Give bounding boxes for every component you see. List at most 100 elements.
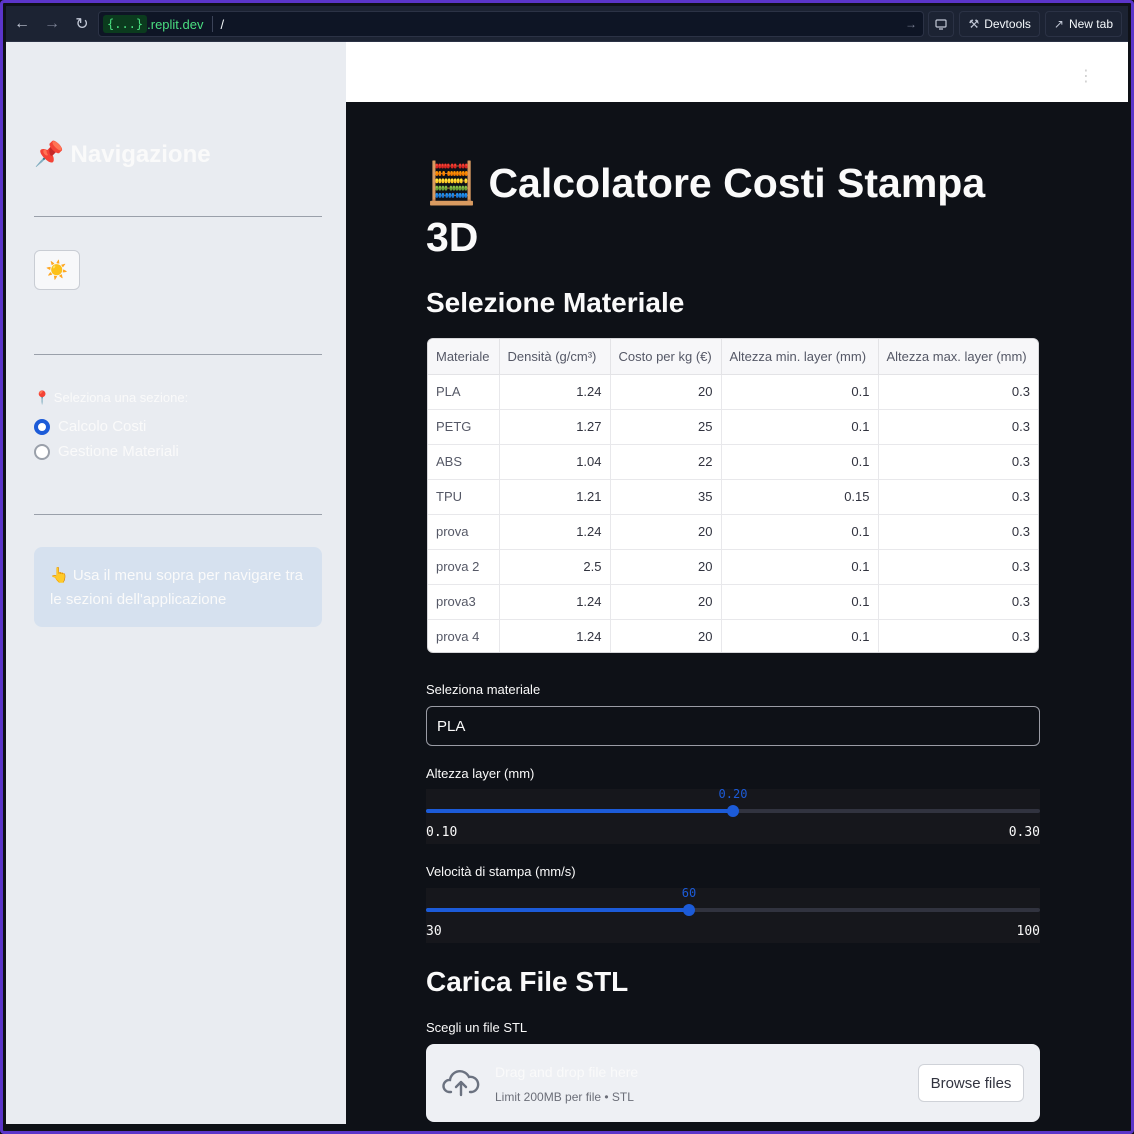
table-cell[interactable]: 1.24 xyxy=(499,619,611,652)
cloud-upload-icon xyxy=(442,1068,480,1103)
table-row[interactable]: PLA 1.24 20 0.1 0.3 xyxy=(428,374,1038,410)
go-arrow-icon[interactable]: → xyxy=(905,17,917,31)
slider-thumb[interactable] xyxy=(727,805,739,817)
slider-value: 0.20 xyxy=(718,787,748,801)
print-speed-slider[interactable]: 60 30 100 xyxy=(426,886,1040,943)
slider-fill xyxy=(426,809,733,813)
column-header[interactable]: Densità (g/cm³) xyxy=(499,339,611,375)
table-cell[interactable]: 22 xyxy=(610,444,722,480)
table-cell[interactable]: 1.24 xyxy=(499,514,611,550)
table-cell[interactable]: 1.24 xyxy=(499,374,611,410)
section-radio-label: 📍 Seleziona una sezione: xyxy=(34,390,189,405)
table-row[interactable]: prova 4 1.24 20 0.1 0.3 xyxy=(428,619,1038,652)
table-cell[interactable]: 0.3 xyxy=(878,584,1038,620)
table-row[interactable]: prova3 1.24 20 0.1 0.3 xyxy=(428,584,1038,620)
sidebar-divider xyxy=(34,354,322,355)
back-arrow-icon[interactable]: ← xyxy=(8,10,36,38)
uploader-limit-text: Limit 200MB per file • STL xyxy=(495,1090,634,1104)
table-cell[interactable]: 0.1 xyxy=(721,514,879,550)
url-path: / xyxy=(220,16,225,32)
material-name-cell[interactable]: prova3 xyxy=(428,584,500,620)
more-menu-icon[interactable]: ⋮ xyxy=(1078,66,1094,86)
table-cell[interactable]: 0.3 xyxy=(878,514,1038,550)
table-cell[interactable]: 0.3 xyxy=(878,549,1038,585)
table-cell[interactable]: 20 xyxy=(610,549,722,585)
table-cell[interactable]: 1.04 xyxy=(499,444,611,480)
table-cell[interactable]: 0.1 xyxy=(721,374,879,410)
table-row[interactable]: ABS 1.04 22 0.1 0.3 xyxy=(428,444,1038,480)
table-row[interactable]: prova 1.24 20 0.1 0.3 xyxy=(428,514,1038,550)
radio-option-gestione-materiali[interactable]: Gestione Materiali xyxy=(34,443,179,460)
layer-slider-label: Altezza layer (mm) xyxy=(426,766,535,781)
url-domain: .replit.dev xyxy=(147,16,204,32)
browse-files-button[interactable]: Browse files xyxy=(918,1064,1024,1102)
material-name-cell[interactable]: ABS xyxy=(428,444,500,480)
table-cell[interactable]: 0.3 xyxy=(878,619,1038,652)
uploader-label: Scegli un file STL xyxy=(426,1020,528,1035)
materials-table[interactable]: Materiale Densità (g/cm³) Costo per kg (… xyxy=(427,338,1039,653)
devtools-button[interactable]: ⚒ Devtools xyxy=(959,11,1040,37)
radio-option-calcolo-costi[interactable]: Calcolo Costi xyxy=(34,418,146,435)
forward-arrow-icon[interactable]: → xyxy=(38,10,66,38)
material-name-cell[interactable]: PETG xyxy=(428,409,500,445)
table-cell[interactable]: 0.3 xyxy=(878,374,1038,410)
material-name-cell[interactable]: TPU xyxy=(428,479,500,515)
table-cell[interactable]: 20 xyxy=(610,584,722,620)
table-cell[interactable]: 0.1 xyxy=(721,409,879,445)
table-cell[interactable]: 0.3 xyxy=(878,409,1038,445)
radio-selected-icon[interactable] xyxy=(34,418,50,435)
slider-fill xyxy=(426,908,689,912)
sidebar-divider xyxy=(34,514,322,515)
column-header[interactable]: Costo per kg (€) xyxy=(610,339,722,375)
table-cell[interactable]: 0.1 xyxy=(721,619,879,652)
table-row[interactable]: PETG 1.27 25 0.1 0.3 xyxy=(428,409,1038,445)
material-name-cell[interactable]: prova xyxy=(428,514,500,550)
table-cell[interactable]: 1.21 xyxy=(499,479,611,515)
table-cell[interactable]: 0.1 xyxy=(721,444,879,480)
devtools-label: Devtools xyxy=(984,17,1031,31)
material-name-cell[interactable]: prova 4 xyxy=(428,619,500,652)
column-header[interactable]: Altezza max. layer (mm) xyxy=(878,339,1038,375)
address-bar[interactable]: {...} .replit.dev / → xyxy=(98,11,924,37)
table-cell[interactable]: 0.15 xyxy=(721,479,879,515)
table-cell[interactable]: 2.5 xyxy=(499,549,611,585)
radio-unselected-icon[interactable] xyxy=(34,443,50,460)
browser-toolbar: ← → ↻ {...} .replit.dev / → ⚒ Devtools ↗… xyxy=(6,6,1128,42)
material-select[interactable]: PLA xyxy=(426,706,1040,746)
screen-icon[interactable] xyxy=(928,11,955,37)
table-cell[interactable]: 20 xyxy=(610,374,722,410)
slider-value: 60 xyxy=(681,886,697,900)
column-header[interactable]: Altezza min. layer (mm) xyxy=(721,339,879,375)
table-cell[interactable]: 1.27 xyxy=(499,409,611,445)
material-name-cell[interactable]: prova 2 xyxy=(428,549,500,585)
material-name-cell[interactable]: PLA xyxy=(428,374,500,410)
table-cell[interactable]: 0.1 xyxy=(721,584,879,620)
slider-thumb[interactable] xyxy=(683,904,695,916)
table-cell[interactable]: 20 xyxy=(610,514,722,550)
column-header[interactable]: Materiale xyxy=(428,339,500,375)
table-cell[interactable]: 0.1 xyxy=(721,549,879,585)
slider-min: 30 xyxy=(426,924,442,939)
stl-file-uploader[interactable]: Drag and drop file here Limit 200MB per … xyxy=(426,1044,1040,1122)
table-cell[interactable]: 25 xyxy=(610,409,722,445)
url-divider xyxy=(211,16,213,32)
layer-height-slider[interactable]: 0.20 0.10 0.30 xyxy=(426,787,1040,844)
uploader-dropzone-text: Drag and drop file here xyxy=(495,1064,639,1080)
section-heading-material: Selezione Materiale xyxy=(426,287,685,318)
slider-max: 0.30 xyxy=(1008,825,1040,840)
table-cell[interactable]: 1.24 xyxy=(499,584,611,620)
table-cell[interactable]: 0.3 xyxy=(878,479,1038,515)
table-row[interactable]: TPU 1.21 35 0.15 0.3 xyxy=(428,479,1038,515)
reload-icon[interactable]: ↻ xyxy=(68,10,96,38)
wrench-icon: ⚒ xyxy=(968,17,980,31)
slider-max: 100 xyxy=(1016,924,1040,939)
table-cell[interactable]: 0.3 xyxy=(878,444,1038,480)
theme-toggle-button[interactable]: ☀️ xyxy=(34,250,80,290)
table-cell[interactable]: 20 xyxy=(610,619,722,652)
new-tab-label: New tab xyxy=(1068,17,1113,31)
table-cell[interactable]: 35 xyxy=(610,479,722,515)
new-tab-button[interactable]: ↗ New tab xyxy=(1044,11,1122,37)
table-row[interactable]: prova 2 2.5 20 0.1 0.3 xyxy=(428,549,1038,585)
slider-min: 0.10 xyxy=(426,825,458,840)
sidebar-divider xyxy=(34,216,322,217)
